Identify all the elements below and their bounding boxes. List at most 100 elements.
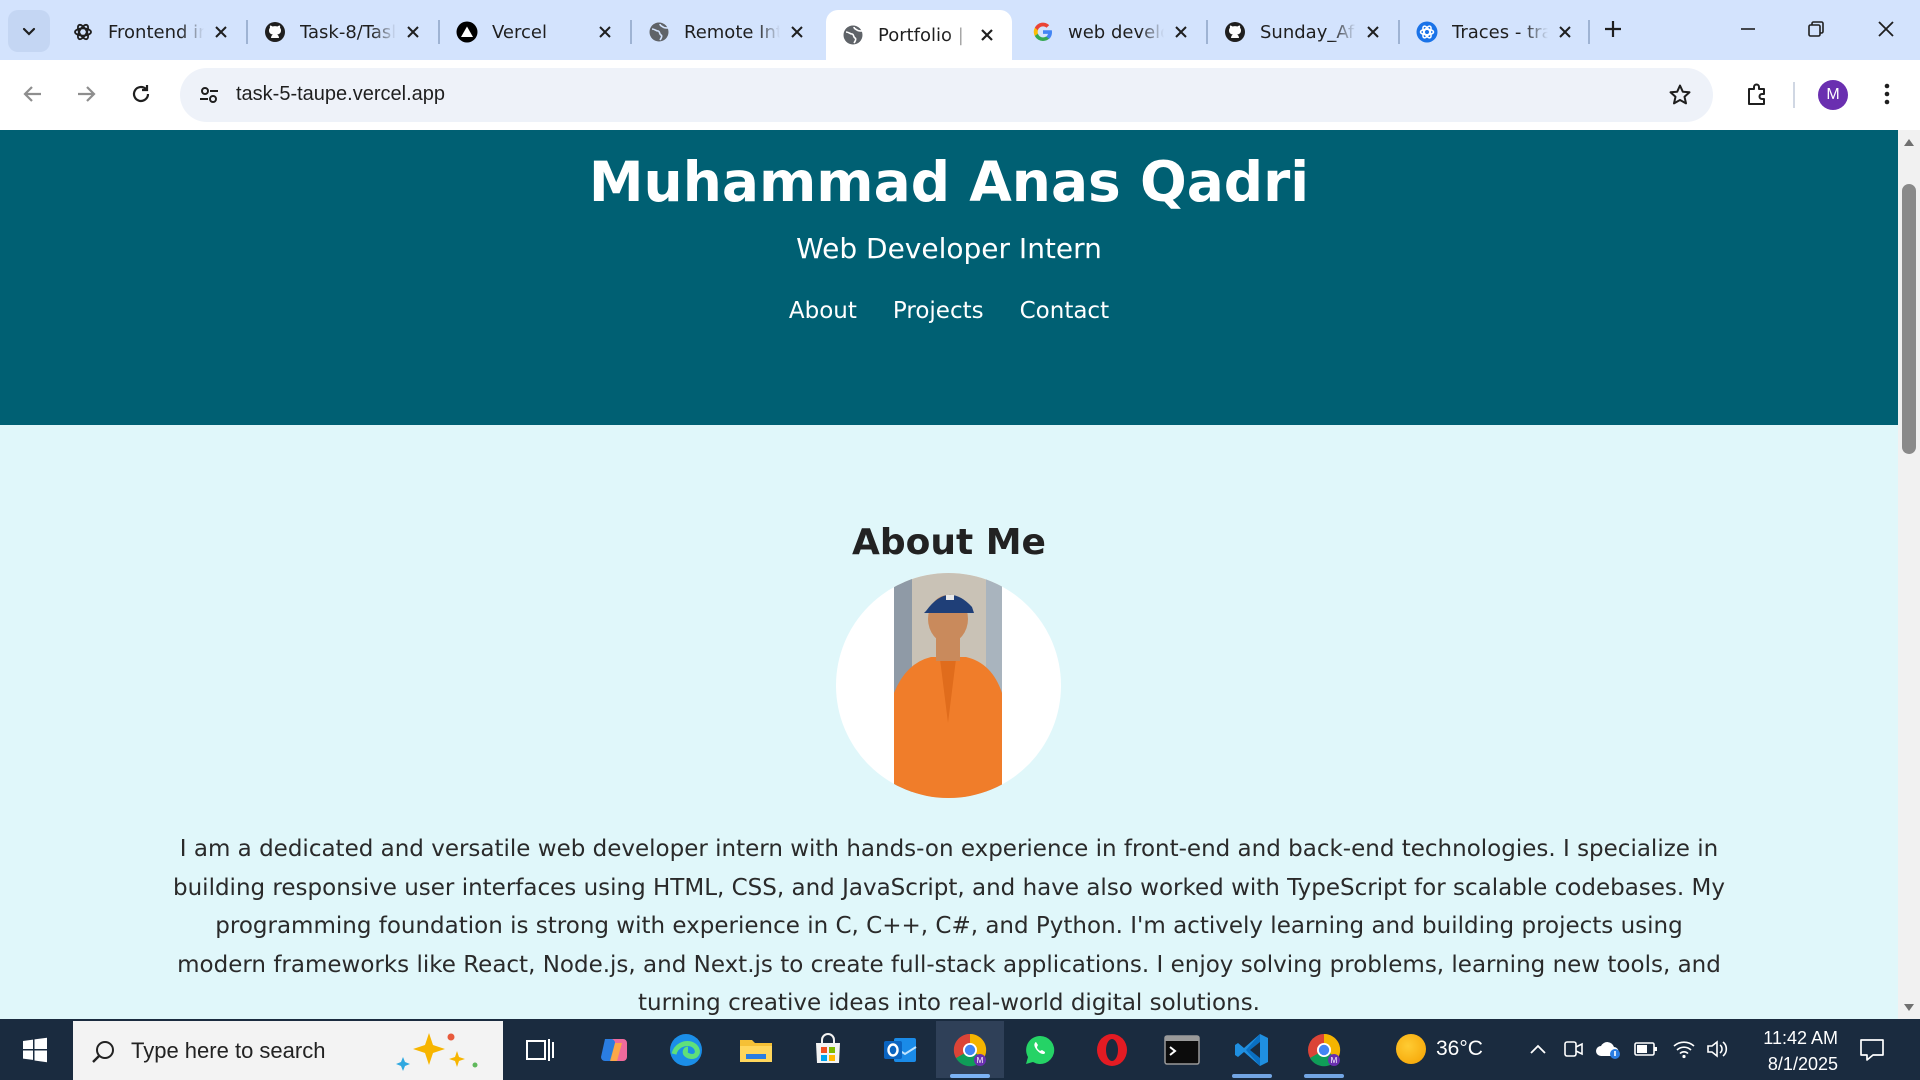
close-icon[interactable] <box>402 21 424 43</box>
site-header: Muhammad Anas Qadri Web Developer Intern… <box>0 130 1898 425</box>
close-icon[interactable] <box>1170 21 1192 43</box>
wifi-icon <box>1673 1041 1695 1059</box>
globe-icon <box>842 24 864 46</box>
github-icon <box>1224 21 1246 43</box>
page-scrollbar[interactable] <box>1898 130 1920 1019</box>
tab-title: Task-8/Tasl <box>300 21 396 43</box>
notification-center-button[interactable] <box>1852 1033 1892 1067</box>
close-icon[interactable] <box>976 24 998 46</box>
show-hidden-icons-button[interactable] <box>1524 1033 1552 1065</box>
url-text: task-5-taupe.vercel.app <box>236 83 446 105</box>
svg-text:M: M <box>1331 1056 1338 1065</box>
scroll-down-arrow-icon[interactable] <box>1903 1002 1915 1014</box>
tray-battery[interactable] <box>1632 1033 1660 1065</box>
taskbar-copilot[interactable] <box>580 1021 648 1078</box>
scroll-up-arrow-icon[interactable] <box>1903 136 1915 148</box>
reload-button[interactable] <box>121 74 161 114</box>
nav-link-about[interactable]: About <box>789 298 857 324</box>
taskbar-file-explorer[interactable] <box>722 1021 790 1078</box>
extensions-button[interactable] <box>1738 74 1778 114</box>
start-button[interactable] <box>0 1019 70 1080</box>
taskbar-microsoft-store[interactable] <box>794 1021 862 1078</box>
close-icon[interactable] <box>594 21 616 43</box>
tab-frontend[interactable]: Frontend in <box>56 10 246 54</box>
taskbar-vscode[interactable] <box>1218 1021 1286 1078</box>
address-bar[interactable]: task-5-taupe.vercel.app <box>180 68 1713 122</box>
tray-wifi[interactable] <box>1670 1033 1698 1065</box>
tab-search-button[interactable] <box>8 10 50 52</box>
arrow-right-icon <box>78 86 96 102</box>
taskbar-edge[interactable] <box>652 1021 720 1078</box>
tune-icon <box>200 87 218 103</box>
taskbar-outlook[interactable] <box>866 1021 934 1078</box>
globe-icon <box>648 21 670 43</box>
taskbar-task-view[interactable] <box>506 1021 574 1078</box>
windows-logo-icon <box>23 1037 47 1062</box>
taskbar-opera[interactable] <box>1078 1021 1146 1078</box>
openai-icon <box>72 21 94 43</box>
restore-icon <box>1808 21 1824 37</box>
forward-button[interactable] <box>66 74 106 114</box>
close-icon[interactable] <box>1554 21 1576 43</box>
speaker-icon <box>1707 1040 1728 1058</box>
tray-volume[interactable] <box>1704 1033 1732 1065</box>
chevron-up-icon <box>1530 1044 1546 1054</box>
profile-avatar[interactable]: M <box>1818 80 1848 110</box>
page-viewport: Muhammad Anas Qadri Web Developer Intern… <box>0 130 1898 1019</box>
scrollbar-thumb[interactable] <box>1902 184 1916 454</box>
taskbar-clock[interactable]: 11:42 AM 8/1/2025 <box>1742 1025 1838 1077</box>
vercel-icon <box>456 21 478 43</box>
profile-photo <box>836 573 1061 798</box>
tab-vercel[interactable]: Vercel <box>440 10 630 54</box>
tab-sunday[interactable]: Sunday_Af <box>1208 10 1398 54</box>
tab-task-8[interactable]: Task-8/Tasl <box>248 10 438 54</box>
plus-icon <box>1605 21 1621 37</box>
taskbar-terminal[interactable] <box>1148 1021 1216 1078</box>
tray-meet-now[interactable] <box>1560 1033 1588 1065</box>
tab-title: Vercel <box>492 21 547 43</box>
close-icon[interactable] <box>210 21 232 43</box>
tab-title: Portfolio | I <box>878 24 970 46</box>
star-icon <box>1669 84 1691 105</box>
bookmark-button[interactable] <box>1665 80 1695 110</box>
close-icon[interactable] <box>786 21 808 43</box>
reload-icon <box>132 85 150 103</box>
tab-traces[interactable]: Traces - tra <box>1400 10 1590 54</box>
new-tab-button[interactable] <box>1596 12 1630 46</box>
minimize-button[interactable] <box>1714 0 1782 58</box>
close-icon[interactable] <box>1362 21 1384 43</box>
back-button[interactable] <box>13 74 53 114</box>
close-icon <box>1878 21 1894 37</box>
tab-portfolio-active[interactable]: Portfolio | I <box>826 10 1012 60</box>
nav-link-contact[interactable]: Contact <box>1020 298 1109 324</box>
taskbar-whatsapp[interactable] <box>1006 1021 1074 1078</box>
site-info-button[interactable] <box>192 78 226 112</box>
more-vert-icon <box>1884 83 1890 105</box>
tab-title: Traces - tra <box>1452 21 1548 43</box>
arrow-left-icon <box>23 86 41 102</box>
weather-widget[interactable]: 36°C <box>1396 1029 1483 1069</box>
tray-onedrive[interactable] <box>1594 1033 1622 1065</box>
tab-strip: Frontend in Task-8/Tasl Vercel Remote In… <box>0 0 1920 60</box>
taskbar-chrome-profile[interactable]: M <box>1290 1021 1358 1078</box>
camera-icon <box>1564 1041 1583 1057</box>
chevron-down-icon <box>22 27 36 36</box>
windows-taskbar: Type here to search M M 36°C 11:42 AM 8/… <box>0 1019 1920 1080</box>
restore-button[interactable] <box>1782 0 1850 58</box>
nav-link-projects[interactable]: Projects <box>893 298 984 324</box>
site-owner-name: Muhammad Anas Qadri <box>588 150 1310 214</box>
tab-separator <box>1588 20 1590 44</box>
taskbar-chrome-active[interactable]: M <box>936 1021 1004 1078</box>
puzzle-icon <box>1748 83 1765 105</box>
browser-toolbar: task-5-taupe.vercel.app M <box>0 60 1920 130</box>
browser-menu-button[interactable] <box>1870 74 1904 114</box>
running-app-indicator <box>1232 1074 1272 1078</box>
tab-web-developer-search[interactable]: web develo <box>1016 10 1206 54</box>
taskbar-search-box[interactable]: Type here to search <box>73 1021 503 1080</box>
tab-remote-int[interactable]: Remote Int <box>632 10 822 54</box>
tab-title: Remote Int <box>684 21 780 43</box>
tab-title: Frontend in <box>108 21 204 43</box>
svg-text:M: M <box>977 1056 984 1065</box>
cloud-icon <box>1596 1042 1620 1059</box>
close-window-button[interactable] <box>1852 0 1920 58</box>
